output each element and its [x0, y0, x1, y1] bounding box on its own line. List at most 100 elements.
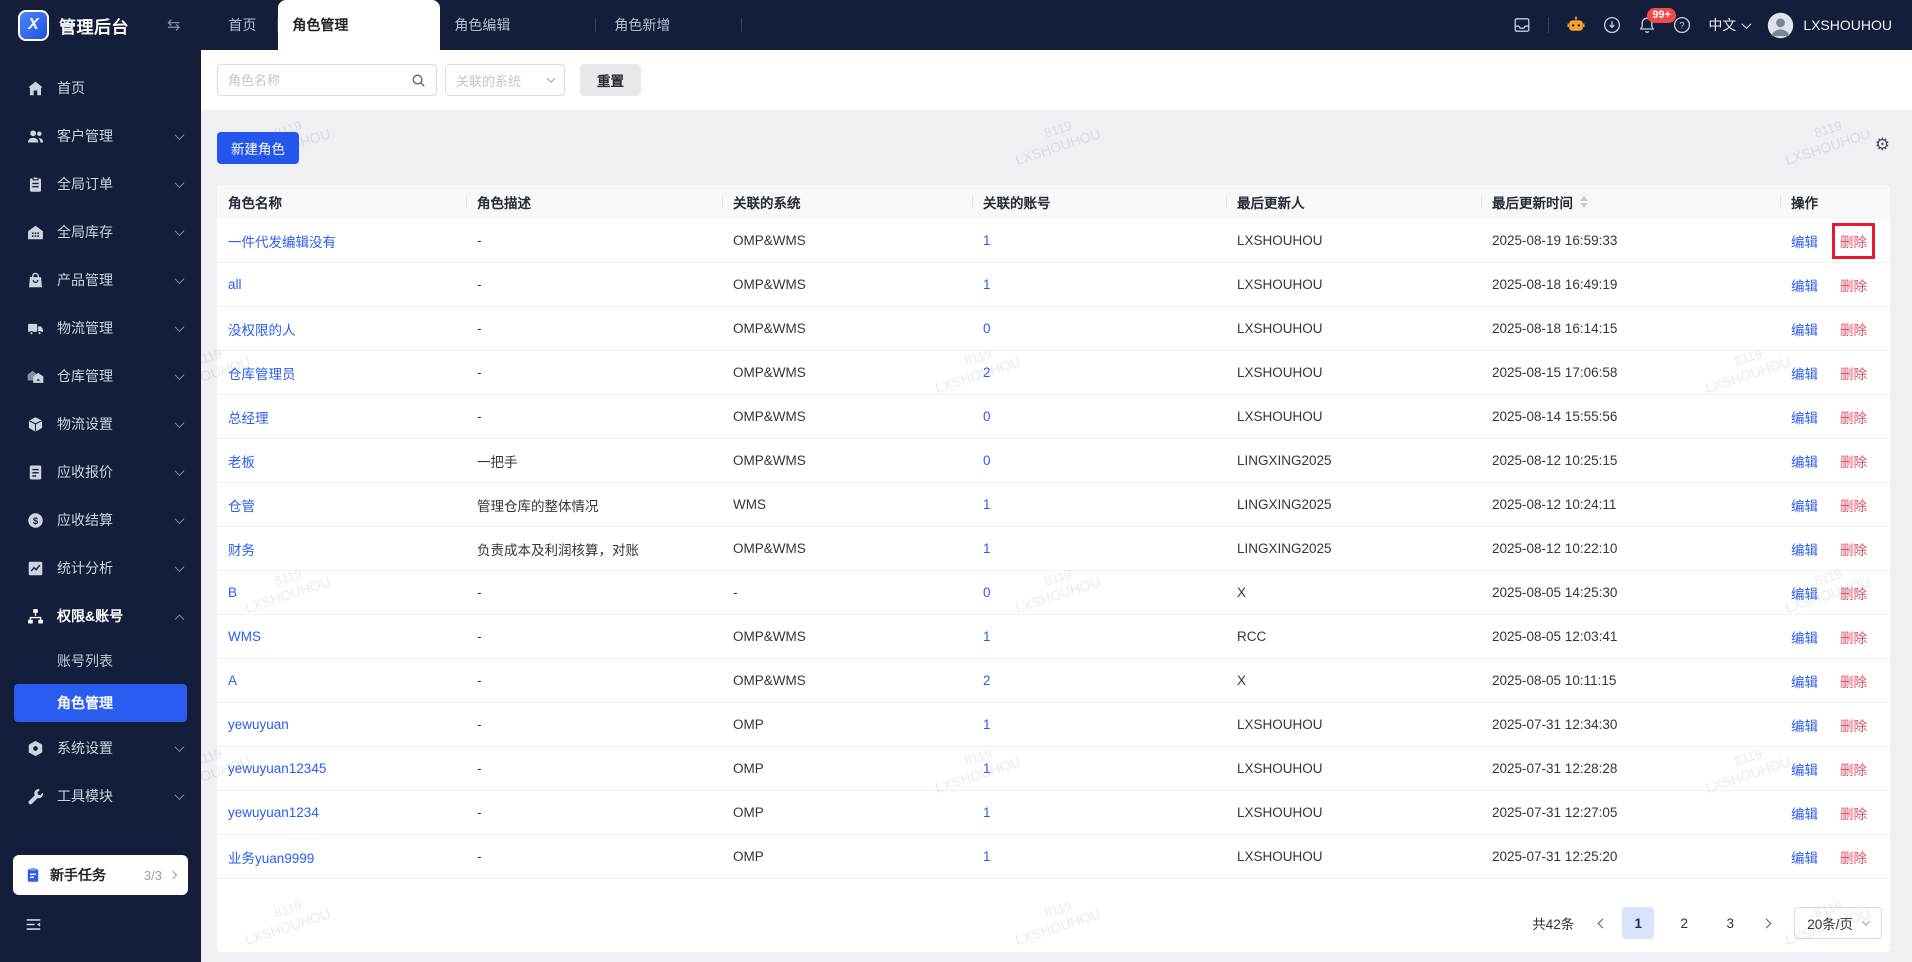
delete-link[interactable]: 删除	[1840, 451, 1867, 471]
delete-link[interactable]: 删除	[1840, 715, 1867, 735]
role-name-link[interactable]: B	[228, 585, 237, 600]
delete-link[interactable]: 删除	[1840, 539, 1867, 559]
page-size-select[interactable]: 20条/页	[1794, 907, 1882, 939]
edit-link[interactable]: 编辑	[1791, 583, 1818, 603]
edit-link[interactable]: 编辑	[1791, 671, 1818, 691]
delete-link[interactable]: 删除	[1840, 363, 1867, 383]
avatar[interactable]	[1767, 12, 1794, 39]
prev-page-icon[interactable]	[1588, 909, 1616, 937]
sidebar-item-after-1[interactable]: 工具模块	[0, 772, 201, 820]
edit-link[interactable]: 编辑	[1791, 407, 1818, 427]
sidebar-subitem-0[interactable]: 账号列表	[0, 640, 201, 682]
edit-link[interactable]: 编辑	[1791, 451, 1818, 471]
tab-2[interactable]: 角色编辑	[440, 0, 597, 50]
edit-link[interactable]: 编辑	[1791, 539, 1818, 559]
system-select[interactable]: 关联的系统	[445, 64, 565, 96]
delete-link[interactable]: 删除	[1840, 627, 1867, 647]
edit-link[interactable]: 编辑	[1791, 495, 1818, 515]
edit-link[interactable]: 编辑	[1791, 319, 1818, 339]
edit-link[interactable]: 编辑	[1791, 803, 1818, 823]
edit-link[interactable]: 编辑	[1791, 363, 1818, 383]
delete-link[interactable]: 删除	[1840, 319, 1867, 339]
sidebar-item-9[interactable]: $ 应收结算	[0, 496, 201, 544]
role-accounts-link[interactable]: 1	[983, 277, 991, 292]
inbox-icon[interactable]	[1513, 16, 1531, 34]
switch-system-icon[interactable]: ⇆	[167, 15, 180, 35]
newbie-task-card[interactable]: 新手任务 3/3	[13, 855, 188, 895]
sidebar-item-3[interactable]: 全局库存	[0, 208, 201, 256]
delete-link[interactable]: 删除	[1840, 847, 1867, 867]
edit-link[interactable]: 编辑	[1791, 847, 1818, 867]
create-role-button[interactable]: 新建角色	[217, 132, 299, 164]
role-name-link[interactable]: yewuyuan	[228, 717, 289, 732]
sidebar-item-11[interactable]: 权限&账号	[0, 592, 201, 640]
role-accounts-link[interactable]: 1	[983, 717, 991, 732]
tab-1[interactable]: 角色管理	[278, 0, 441, 50]
next-page-icon[interactable]	[1752, 909, 1780, 937]
role-accounts-link[interactable]: 1	[983, 805, 991, 820]
role-accounts-link[interactable]: 1	[983, 497, 991, 512]
role-name-link[interactable]: 业务yuan9999	[228, 851, 314, 866]
delete-link[interactable]: 删除	[1840, 495, 1867, 515]
role-name-link[interactable]: 仓管	[228, 499, 255, 514]
role-accounts-link[interactable]: 1	[983, 541, 991, 556]
role-name-input[interactable]	[228, 72, 411, 88]
role-accounts-link[interactable]: 0	[983, 409, 991, 424]
role-name-link[interactable]: 仓库管理员	[228, 367, 296, 382]
sidebar-item-4[interactable]: 产品管理	[0, 256, 201, 304]
sidebar-item-0[interactable]: 首页	[0, 64, 201, 112]
reset-button[interactable]: 重置	[580, 64, 641, 96]
column-settings-gear-icon[interactable]: ⚙	[1875, 136, 1890, 153]
sidebar-item-1[interactable]: 客户管理	[0, 112, 201, 160]
delete-link[interactable]: 删除	[1840, 759, 1867, 779]
sidebar-item-6[interactable]: 仓库管理	[0, 352, 201, 400]
role-accounts-link[interactable]: 0	[983, 585, 991, 600]
sort-icon[interactable]	[1580, 196, 1588, 208]
role-accounts-link[interactable]: 0	[983, 321, 991, 336]
help-icon[interactable]: ?	[1673, 16, 1691, 34]
role-name-link[interactable]: 老板	[228, 455, 255, 470]
role-name-link[interactable]: WMS	[228, 629, 261, 644]
role-name-link[interactable]: 财务	[228, 543, 255, 558]
sidebar-subitem-1[interactable]: 角色管理	[14, 684, 187, 722]
page-button-3[interactable]: 3	[1714, 907, 1746, 939]
role-name-link[interactable]: 总经理	[228, 411, 269, 426]
role-name-link[interactable]: 没权限的人	[228, 323, 296, 338]
edit-link[interactable]: 编辑	[1791, 275, 1818, 295]
bell-icon[interactable]: 99+	[1638, 8, 1676, 34]
role-accounts-link[interactable]: 1	[983, 849, 991, 864]
delete-link[interactable]: 删除	[1840, 803, 1867, 823]
sidebar-item-10[interactable]: 统计分析	[0, 544, 201, 592]
collapse-sidebar-icon[interactable]	[24, 915, 43, 934]
delete-link[interactable]: 删除	[1840, 275, 1867, 295]
edit-link[interactable]: 编辑	[1791, 759, 1818, 779]
language-switcher[interactable]: 中文	[1708, 15, 1752, 35]
sidebar-item-7[interactable]: 物流设置	[0, 400, 201, 448]
role-name-link[interactable]: yewuyuan12345	[228, 761, 326, 776]
sidebar-item-8[interactable]: 应收报价	[0, 448, 201, 496]
role-name-link[interactable]: yewuyuan1234	[228, 805, 319, 820]
edit-link[interactable]: 编辑	[1791, 627, 1818, 647]
delete-link[interactable]: 删除	[1840, 583, 1867, 603]
tab-3[interactable]: 角色新增	[596, 0, 743, 50]
robot-assistant-icon[interactable]	[1566, 15, 1586, 35]
delete-link[interactable]: 删除	[1840, 671, 1867, 691]
role-accounts-link[interactable]: 1	[983, 629, 991, 644]
sidebar-item-2[interactable]: 全局订单	[0, 160, 201, 208]
delete-link[interactable]: 删除	[1840, 407, 1867, 427]
role-accounts-link[interactable]: 1	[983, 761, 991, 776]
delete-link[interactable]: 删除	[1832, 222, 1875, 259]
role-name-link[interactable]: A	[228, 673, 237, 688]
sidebar-item-5[interactable]: 物流管理	[0, 304, 201, 352]
edit-link[interactable]: 编辑	[1791, 715, 1818, 735]
role-accounts-link[interactable]: 2	[983, 673, 991, 688]
role-name-link[interactable]: 一件代发编辑没有	[228, 235, 336, 250]
role-accounts-link[interactable]: 0	[983, 453, 991, 468]
edit-link[interactable]: 编辑	[1791, 231, 1818, 251]
tab-0[interactable]: 首页	[206, 0, 279, 50]
role-accounts-link[interactable]: 2	[983, 365, 991, 380]
search-icon[interactable]	[411, 73, 426, 88]
role-name-link[interactable]: all	[228, 277, 242, 292]
user-name[interactable]: LXSHOUHOU	[1803, 17, 1892, 33]
role-accounts-link[interactable]: 1	[983, 233, 991, 248]
